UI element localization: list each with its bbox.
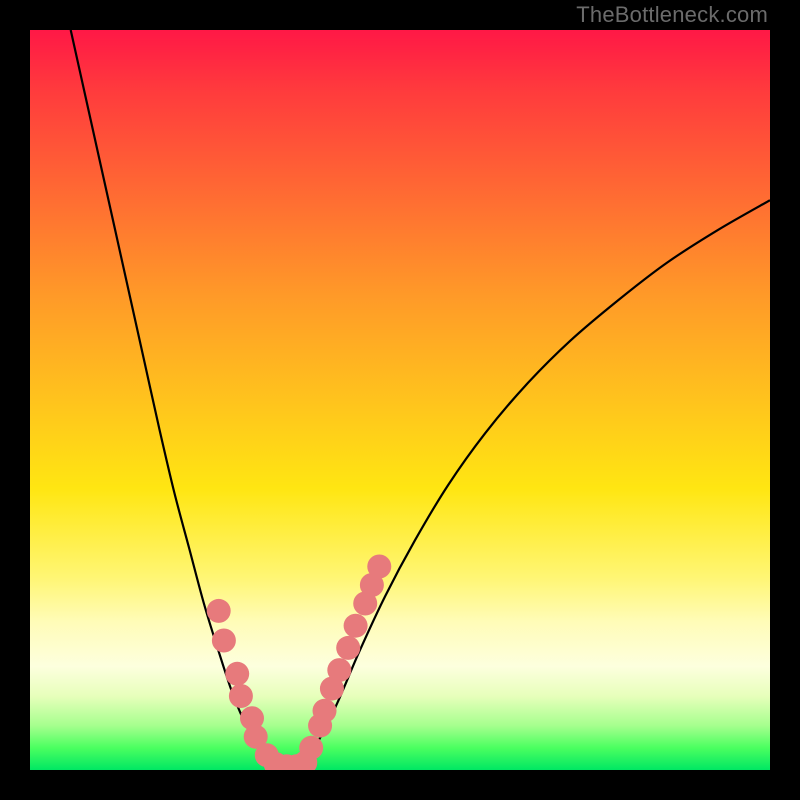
scatter-point bbox=[367, 555, 391, 579]
scatter-point bbox=[207, 599, 231, 623]
bottleneck-curve bbox=[71, 30, 770, 767]
scatter-point bbox=[327, 658, 351, 682]
scatter-point bbox=[336, 636, 360, 660]
chart-frame: TheBottleneck.com bbox=[0, 0, 800, 800]
scatter-point bbox=[229, 684, 253, 708]
scatter-point bbox=[212, 629, 236, 653]
watermark-text: TheBottleneck.com bbox=[576, 2, 768, 28]
plot-area bbox=[30, 30, 770, 770]
scatter-point bbox=[313, 699, 337, 723]
curve-svg bbox=[30, 30, 770, 770]
scatter-point bbox=[225, 662, 249, 686]
scatter-markers bbox=[207, 555, 392, 771]
scatter-point bbox=[344, 614, 368, 638]
scatter-point bbox=[299, 736, 323, 760]
